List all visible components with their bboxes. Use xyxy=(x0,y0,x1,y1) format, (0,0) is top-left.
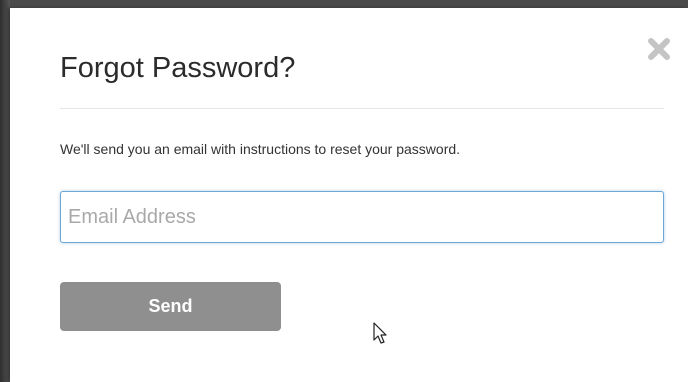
close-icon xyxy=(648,38,670,60)
modal-title: Forgot Password? xyxy=(60,52,296,84)
forgot-password-modal: Forgot Password? We'll send you an email… xyxy=(10,8,688,382)
send-button[interactable]: Send xyxy=(60,282,281,331)
modal-description: We'll send you an email with instruction… xyxy=(60,141,461,157)
close-button[interactable] xyxy=(646,36,672,62)
backdrop xyxy=(0,0,10,382)
divider xyxy=(60,108,664,109)
email-input[interactable] xyxy=(60,191,664,243)
mouse-pointer-icon xyxy=(373,322,387,344)
